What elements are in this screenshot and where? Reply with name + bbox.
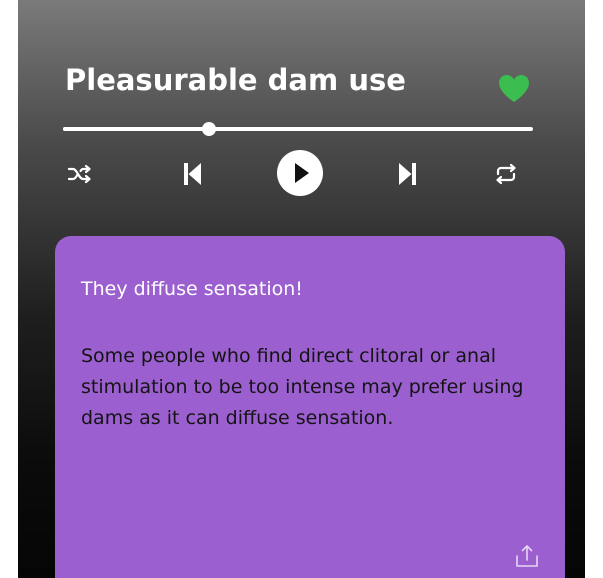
next-button[interactable] — [394, 160, 420, 188]
repeat-icon — [496, 163, 516, 185]
player-screen: Pleasurable dam use They diffuse sensati… — [18, 0, 585, 578]
play-button[interactable] — [276, 149, 324, 197]
progress-fill — [63, 127, 209, 131]
progress-knob[interactable] — [201, 122, 216, 136]
share-icon — [516, 545, 538, 567]
next-icon — [399, 163, 416, 185]
previous-icon — [184, 163, 201, 185]
shuffle-icon — [67, 164, 91, 184]
like-button[interactable] — [498, 74, 530, 103]
share-button[interactable] — [515, 543, 539, 569]
info-card: They diffuse sensation! Some people who … — [55, 236, 565, 578]
previous-button[interactable] — [180, 160, 206, 188]
card-body: Some people who find direct clitoral or … — [81, 345, 524, 429]
repeat-button[interactable] — [493, 160, 519, 188]
shuffle-button[interactable] — [66, 160, 94, 188]
song-title: Pleasurable dam use — [65, 63, 406, 97]
progress-bar[interactable] — [63, 122, 533, 136]
card-heading: They diffuse sensation! — [81, 278, 303, 300]
heart-icon — [499, 75, 529, 102]
play-icon — [277, 150, 323, 196]
